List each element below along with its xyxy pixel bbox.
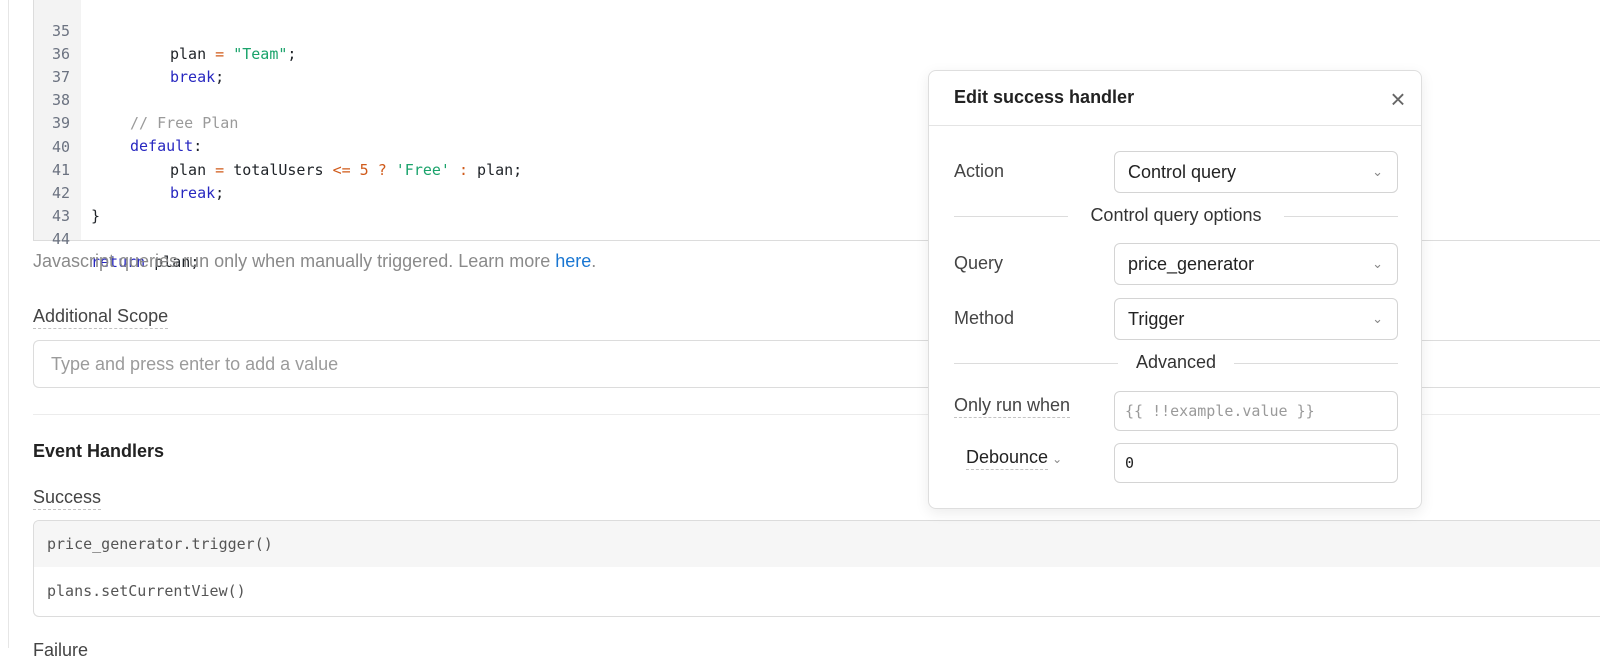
- success-handler-list: price_generator.trigger() plans.setCurre…: [33, 520, 1600, 617]
- failure-label: Failure: [33, 640, 89, 660]
- chevron-down-icon: ⌄: [1372, 164, 1383, 179]
- code-line: 40 plan = totalUsers <= 5 ? 'Free' : pla…: [34, 113, 522, 179]
- success-label: Success: [33, 487, 102, 510]
- debounce-input[interactable]: 0: [1114, 443, 1398, 483]
- edit-success-handler-modal: Edit success handler × Action Control qu…: [928, 70, 1422, 509]
- chevron-down-icon: ⌄: [1372, 311, 1383, 326]
- code-line: 42 }: [34, 159, 100, 225]
- line-number: 44: [51, 230, 70, 248]
- query-trigger-hint: Javascript queries run only when manuall…: [33, 251, 597, 271]
- debounce-dropdown[interactable]: Debounce ⌄: [966, 447, 1063, 470]
- code-line: 39 default:: [34, 89, 202, 155]
- close-icon[interactable]: ×: [1385, 86, 1411, 112]
- query-select[interactable]: price_generator ⌄: [1114, 243, 1398, 285]
- handler-item[interactable]: price_generator.trigger(): [34, 521, 1600, 567]
- method-label: Method: [954, 308, 1015, 328]
- code-line: 43: [34, 182, 70, 225]
- code-line: 36 break;: [34, 20, 224, 86]
- scope-placeholder: Type and press enter to add a value: [51, 354, 339, 374]
- learn-more-link[interactable]: here: [555, 251, 591, 271]
- only-run-when-input[interactable]: {{ !!example.value }}: [1114, 391, 1398, 431]
- page-left-border: [8, 0, 9, 648]
- code-line: 44 return plan;: [34, 205, 199, 271]
- code-comment: // Free Plan: [130, 114, 239, 132]
- advanced-divider: Advanced: [954, 352, 1398, 374]
- control-query-options-divider: Control query options: [954, 205, 1398, 227]
- action-label: Action: [954, 161, 1005, 181]
- code-line: 41 break;: [34, 136, 224, 202]
- code-line: 38 // Free Plan: [34, 66, 238, 132]
- modal-title: Edit success handler: [954, 87, 1135, 107]
- code-line: 37: [34, 43, 70, 86]
- code-line: 35 plan = "Team";: [34, 0, 297, 63]
- event-handlers-heading: Event Handlers: [33, 441, 165, 461]
- only-run-when-label: Only run when: [954, 395, 1071, 418]
- additional-scope-label: Additional Scope: [33, 306, 169, 329]
- chevron-down-icon: ⌄: [1052, 452, 1063, 466]
- handler-item[interactable]: plans.setCurrentView(): [34, 568, 1600, 614]
- query-label: Query: [954, 253, 1004, 273]
- action-select[interactable]: Control query ⌄: [1114, 151, 1398, 193]
- chevron-down-icon: ⌄: [1372, 256, 1383, 271]
- method-select[interactable]: Trigger ⌄: [1114, 298, 1398, 340]
- modal-header-divider: [929, 125, 1421, 126]
